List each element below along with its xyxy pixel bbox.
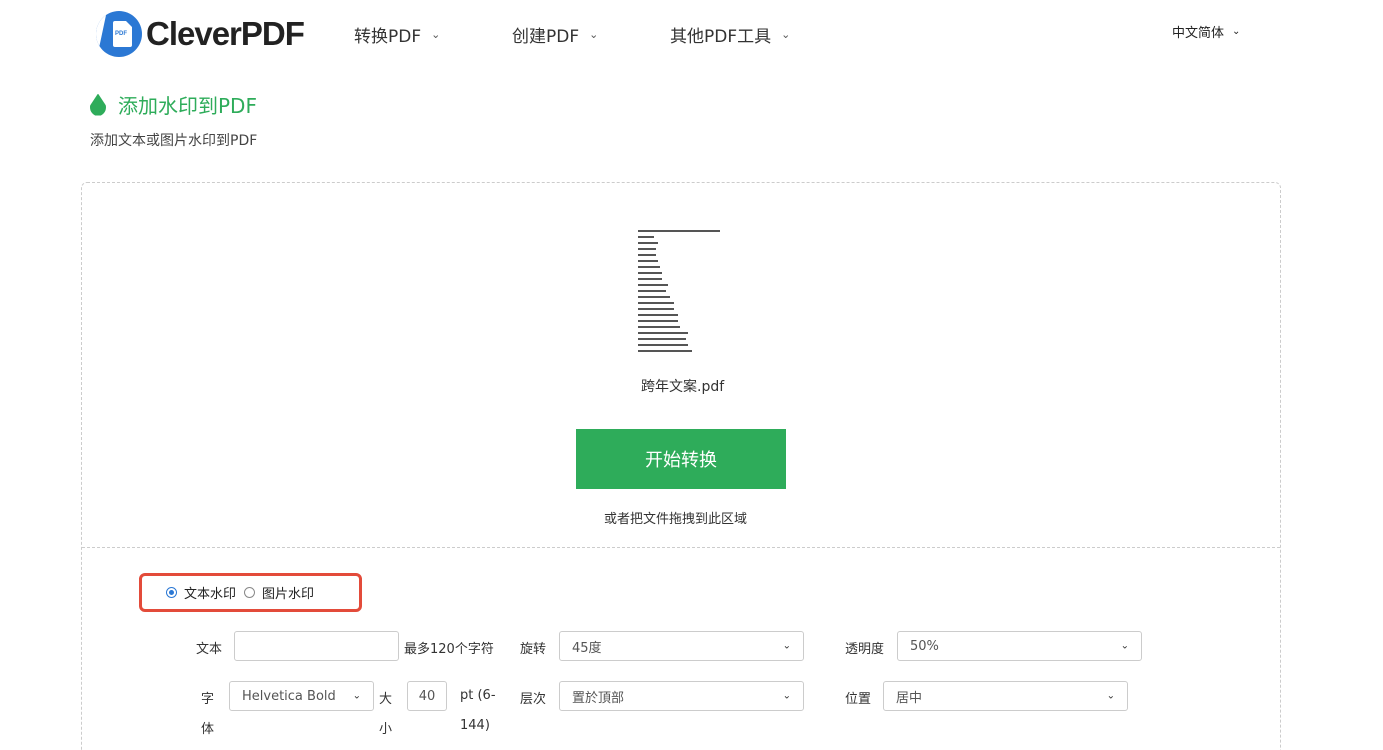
font-label-line1: 字 <box>201 692 215 707</box>
logo-icon: PDF <box>96 11 142 57</box>
text-watermark-option[interactable]: 文本水印 <box>166 583 236 602</box>
opacity-label: 透明度 <box>845 642 885 657</box>
chevron-down-icon: ⌄ <box>1106 690 1115 702</box>
chevron-down-icon: ⌄ <box>782 640 791 652</box>
language-selector[interactable]: 中文简体 ⌄ <box>1172 22 1240 41</box>
nav-create-pdf[interactable]: 创建PDF ⌄ <box>512 22 598 47</box>
drag-hint: 或者把文件拖拽到此区域 <box>604 512 748 527</box>
chevron-down-icon: ⌄ <box>1120 640 1129 652</box>
option-label: 图片水印 <box>262 587 315 602</box>
text-hint: 最多120个字符 <box>404 642 494 657</box>
nav-label: 转换PDF <box>354 27 422 47</box>
radio-selected-icon[interactable] <box>166 587 177 598</box>
layer-select[interactable]: 置於頂部 ⌄ <box>559 681 804 711</box>
page-title-text: 添加水印到PDF <box>118 94 257 118</box>
divider <box>82 547 1280 548</box>
size-label-line2: 小 <box>379 722 393 737</box>
logo-text: CleverPDF <box>146 15 305 52</box>
nav-label: 其他PDF工具 <box>670 27 772 47</box>
rotation-value: 45度 <box>572 640 602 656</box>
pdf-thumbnail[interactable] <box>638 230 722 356</box>
chevron-down-icon: ⌄ <box>352 690 361 702</box>
image-watermark-option[interactable]: 图片水印 <box>244 583 314 602</box>
size-unit-line2: 144) <box>460 718 490 733</box>
radio-unselected-icon[interactable] <box>244 587 256 598</box>
font-size-input[interactable]: 40 <box>407 681 447 711</box>
page-title: 添加水印到PDF <box>90 90 257 119</box>
size-unit-line1: pt (6- <box>460 688 496 703</box>
file-name: 跨年文案.pdf <box>641 379 725 395</box>
logo[interactable]: PDF CleverPDF <box>96 10 305 58</box>
nav-other-tools[interactable]: 其他PDF工具 ⌄ <box>670 22 790 47</box>
layer-value: 置於頂部 <box>572 690 625 706</box>
watermark-type-group: 文本水印 图片水印 <box>139 573 362 612</box>
font-size-value: 40 <box>418 688 436 704</box>
layer-label: 层次 <box>520 692 547 707</box>
opacity-value: 50% <box>910 638 939 654</box>
nav-convert-pdf[interactable]: 转换PDF ⌄ <box>354 22 440 47</box>
watermark-text-input[interactable] <box>234 631 399 661</box>
language-label: 中文简体 <box>1172 26 1225 41</box>
chevron-down-icon: ⌄ <box>589 28 599 41</box>
font-label-line2: 体 <box>201 722 215 737</box>
position-select[interactable]: 居中 ⌄ <box>883 681 1128 711</box>
font-select[interactable]: Helvetica Bold ⌄ <box>229 681 374 711</box>
chevron-down-icon: ⌄ <box>1232 26 1241 37</box>
font-value: Helvetica Bold <box>242 688 336 704</box>
water-drop-icon <box>90 93 106 116</box>
start-convert-button[interactable]: 开始转换 <box>576 429 786 489</box>
nav-label: 创建PDF <box>512 27 580 47</box>
rotation-select[interactable]: 45度 ⌄ <box>559 631 804 661</box>
text-label: 文本 <box>196 642 223 657</box>
chevron-down-icon: ⌄ <box>431 28 441 41</box>
chevron-down-icon: ⌄ <box>781 28 791 41</box>
position-label: 位置 <box>845 692 872 707</box>
size-label-line1: 大 <box>379 692 393 707</box>
opacity-select[interactable]: 50% ⌄ <box>897 631 1142 661</box>
option-label: 文本水印 <box>184 587 237 602</box>
position-value: 居中 <box>896 690 923 706</box>
page-subtitle: 添加文本或图片水印到PDF <box>90 133 258 149</box>
chevron-down-icon: ⌄ <box>782 690 791 702</box>
rotation-label: 旋转 <box>520 642 547 657</box>
